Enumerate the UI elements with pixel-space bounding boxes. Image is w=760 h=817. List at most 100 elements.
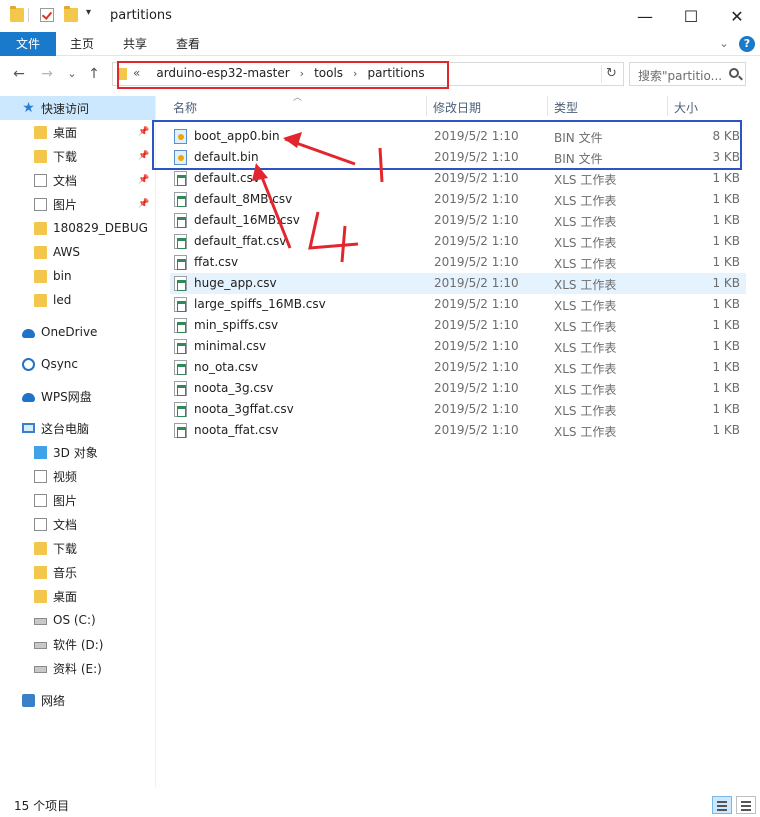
file-name: noota_3gffat.csv	[194, 402, 294, 416]
item-count: 15 个项目	[14, 799, 70, 813]
file-row[interactable]: min_spiffs.csv 2019/5/2 1:10 XLS 工作表 1 KB	[170, 315, 746, 336]
file-name: ffat.csv	[194, 255, 239, 269]
sidebar-item[interactable]: Qsync	[0, 352, 155, 376]
file-row[interactable]: noota_ffat.csv 2019/5/2 1:10 XLS 工作表 1 KB	[170, 420, 746, 441]
sidebar-item[interactable]: 视频	[0, 464, 155, 488]
sidebar-item[interactable]: 这台电脑	[0, 416, 155, 440]
file-date: 2019/5/2 1:10	[434, 297, 519, 311]
sidebar-item[interactable]: ★ 快速访问	[0, 96, 155, 120]
minimize-button[interactable]: —	[622, 0, 668, 32]
sort-ascending-icon: ︿	[293, 93, 303, 103]
bin-file-icon	[174, 150, 187, 165]
sidebar-item[interactable]: 180829_DEBUG	[0, 216, 155, 240]
sidebar-item-label: 视频	[53, 469, 78, 484]
file-type: XLS 工作表	[554, 362, 617, 376]
sidebar-item[interactable]: 3D 对象	[0, 440, 155, 464]
breadcrumb-item[interactable]: tools	[314, 66, 343, 80]
tab-share[interactable]: 共享	[111, 32, 159, 56]
sidebar-item-label: 文档	[53, 517, 78, 532]
file-row[interactable]: large_spiffs_16MB.csv 2019/5/2 1:10 XLS 工作…	[170, 294, 746, 315]
search-icon[interactable]	[729, 68, 739, 78]
close-button[interactable]: ✕	[714, 0, 760, 32]
column-type[interactable]: 类型	[554, 99, 578, 116]
file-row[interactable]: minimal.csv 2019/5/2 1:10 XLS 工作表 1 KB	[170, 336, 746, 357]
properties-icon[interactable]	[40, 8, 54, 22]
window-title: partitions	[110, 8, 172, 23]
breadcrumb-overflow[interactable]: «	[133, 66, 140, 80]
file-size: 1 KB	[712, 318, 740, 332]
sidebar-item[interactable]: 图片	[0, 488, 155, 512]
sidebar-item[interactable]: WPS网盘	[0, 384, 155, 408]
folder-icon	[117, 68, 127, 80]
chevron-right-icon[interactable]: ›	[353, 67, 357, 80]
details-view-button[interactable]	[712, 796, 732, 814]
refresh-button[interactable]: ↻	[601, 65, 621, 83]
column-date[interactable]: 修改日期	[433, 99, 481, 116]
file-row[interactable]: boot_app0.bin 2019/5/2 1:10 BIN 文件 8 KB	[170, 126, 746, 147]
breadcrumb-item[interactable]: partitions	[367, 66, 424, 80]
tab-file[interactable]: 文件	[0, 32, 56, 56]
customize-toolbar-icon[interactable]: ▾	[86, 7, 91, 18]
sidebar-item[interactable]: 文档 📌	[0, 168, 155, 192]
file-row[interactable]: noota_3gffat.csv 2019/5/2 1:10 XLS 工作表 1 KB	[170, 399, 746, 420]
sidebar-item[interactable]: 桌面	[0, 584, 155, 608]
sidebar-item[interactable]: 下载 📌	[0, 144, 155, 168]
sidebar-item-label: 图片	[53, 197, 78, 212]
sidebar-item[interactable]: 软件 (D:)	[0, 632, 155, 656]
address-bar[interactable]: « arduino-esp32-master › tools › partiti…	[112, 62, 624, 86]
chevron-right-icon[interactable]: ›	[300, 67, 304, 80]
up-button[interactable]: ↑	[85, 65, 103, 83]
sidebar-item-label: 下载	[53, 541, 78, 556]
sidebar-item[interactable]: OneDrive	[0, 320, 155, 344]
recent-locations-button[interactable]: ⌄	[63, 65, 81, 83]
file-row[interactable]: default_ffat.csv 2019/5/2 1:10 XLS 工作表 1 KB	[170, 231, 746, 252]
tab-view[interactable]: 查看	[164, 32, 212, 56]
column-size[interactable]: 大小	[674, 99, 698, 116]
file-name: default.csv	[194, 171, 260, 185]
sidebar-item[interactable]: 文档	[0, 512, 155, 536]
file-row[interactable]: default_8MB.csv 2019/5/2 1:10 XLS 工作表 1 KB	[170, 189, 746, 210]
file-row[interactable]: default.csv 2019/5/2 1:10 XLS 工作表 1 KB	[170, 168, 746, 189]
back-button[interactable]: ←	[10, 65, 28, 83]
help-icon[interactable]: ?	[739, 36, 755, 52]
pin-icon[interactable]: 📌	[138, 199, 149, 209]
sidebar-item[interactable]: 资料 (E:)	[0, 656, 155, 680]
csv-file-icon	[174, 192, 187, 207]
sidebar-item[interactable]: AWS	[0, 240, 155, 264]
file-row[interactable]: noota_3g.csv 2019/5/2 1:10 XLS 工作表 1 KB	[170, 378, 746, 399]
pin-icon[interactable]: 📌	[138, 151, 149, 161]
forward-button[interactable]: →	[38, 65, 56, 83]
column-name[interactable]: 名称	[173, 99, 197, 116]
sidebar-item[interactable]: 图片 📌	[0, 192, 155, 216]
sidebar-item[interactable]: OS (C:)	[0, 608, 155, 632]
expand-ribbon-icon[interactable]: ⌄	[716, 36, 732, 52]
breadcrumb-item[interactable]: arduino-esp32-master	[156, 66, 289, 80]
search-box[interactable]: 搜索"partitio...	[629, 62, 746, 86]
sidebar-item[interactable]: bin	[0, 264, 155, 288]
search-input[interactable]: 搜索"partitio...	[638, 67, 722, 84]
sidebar-item[interactable]: 桌面 📌	[0, 120, 155, 144]
sidebar-item[interactable]: led	[0, 288, 155, 312]
file-row[interactable]: default_16MB.csv 2019/5/2 1:10 XLS 工作表 1 KB	[170, 210, 746, 231]
sidebar-item-label: OS (C:)	[53, 613, 96, 627]
pin-icon[interactable]: 📌	[138, 175, 149, 185]
drive-icon	[34, 666, 47, 673]
file-name: default_ffat.csv	[194, 234, 287, 248]
sidebar-item[interactable]: 下载	[0, 536, 155, 560]
file-size: 1 KB	[712, 381, 740, 395]
pin-icon[interactable]: 📌	[138, 127, 149, 137]
file-size: 1 KB	[712, 192, 740, 206]
file-name: default.bin	[194, 150, 259, 164]
file-row[interactable]: default.bin 2019/5/2 1:10 BIN 文件 3 KB	[170, 147, 746, 168]
new-folder-icon[interactable]	[64, 6, 78, 22]
3d-objects-icon	[34, 445, 47, 459]
large-icons-view-button[interactable]	[736, 796, 756, 814]
sidebar-item-label: AWS	[53, 245, 81, 259]
sidebar-item[interactable]: 网络	[0, 688, 155, 712]
file-row[interactable]: huge_app.csv 2019/5/2 1:10 XLS 工作表 1 KB	[170, 273, 746, 294]
tab-home[interactable]: 主页	[58, 32, 106, 56]
file-row[interactable]: ffat.csv 2019/5/2 1:10 XLS 工作表 1 KB	[170, 252, 746, 273]
maximize-button[interactable]: ☐	[668, 0, 714, 32]
sidebar-item[interactable]: 音乐	[0, 560, 155, 584]
file-row[interactable]: no_ota.csv 2019/5/2 1:10 XLS 工作表 1 KB	[170, 357, 746, 378]
